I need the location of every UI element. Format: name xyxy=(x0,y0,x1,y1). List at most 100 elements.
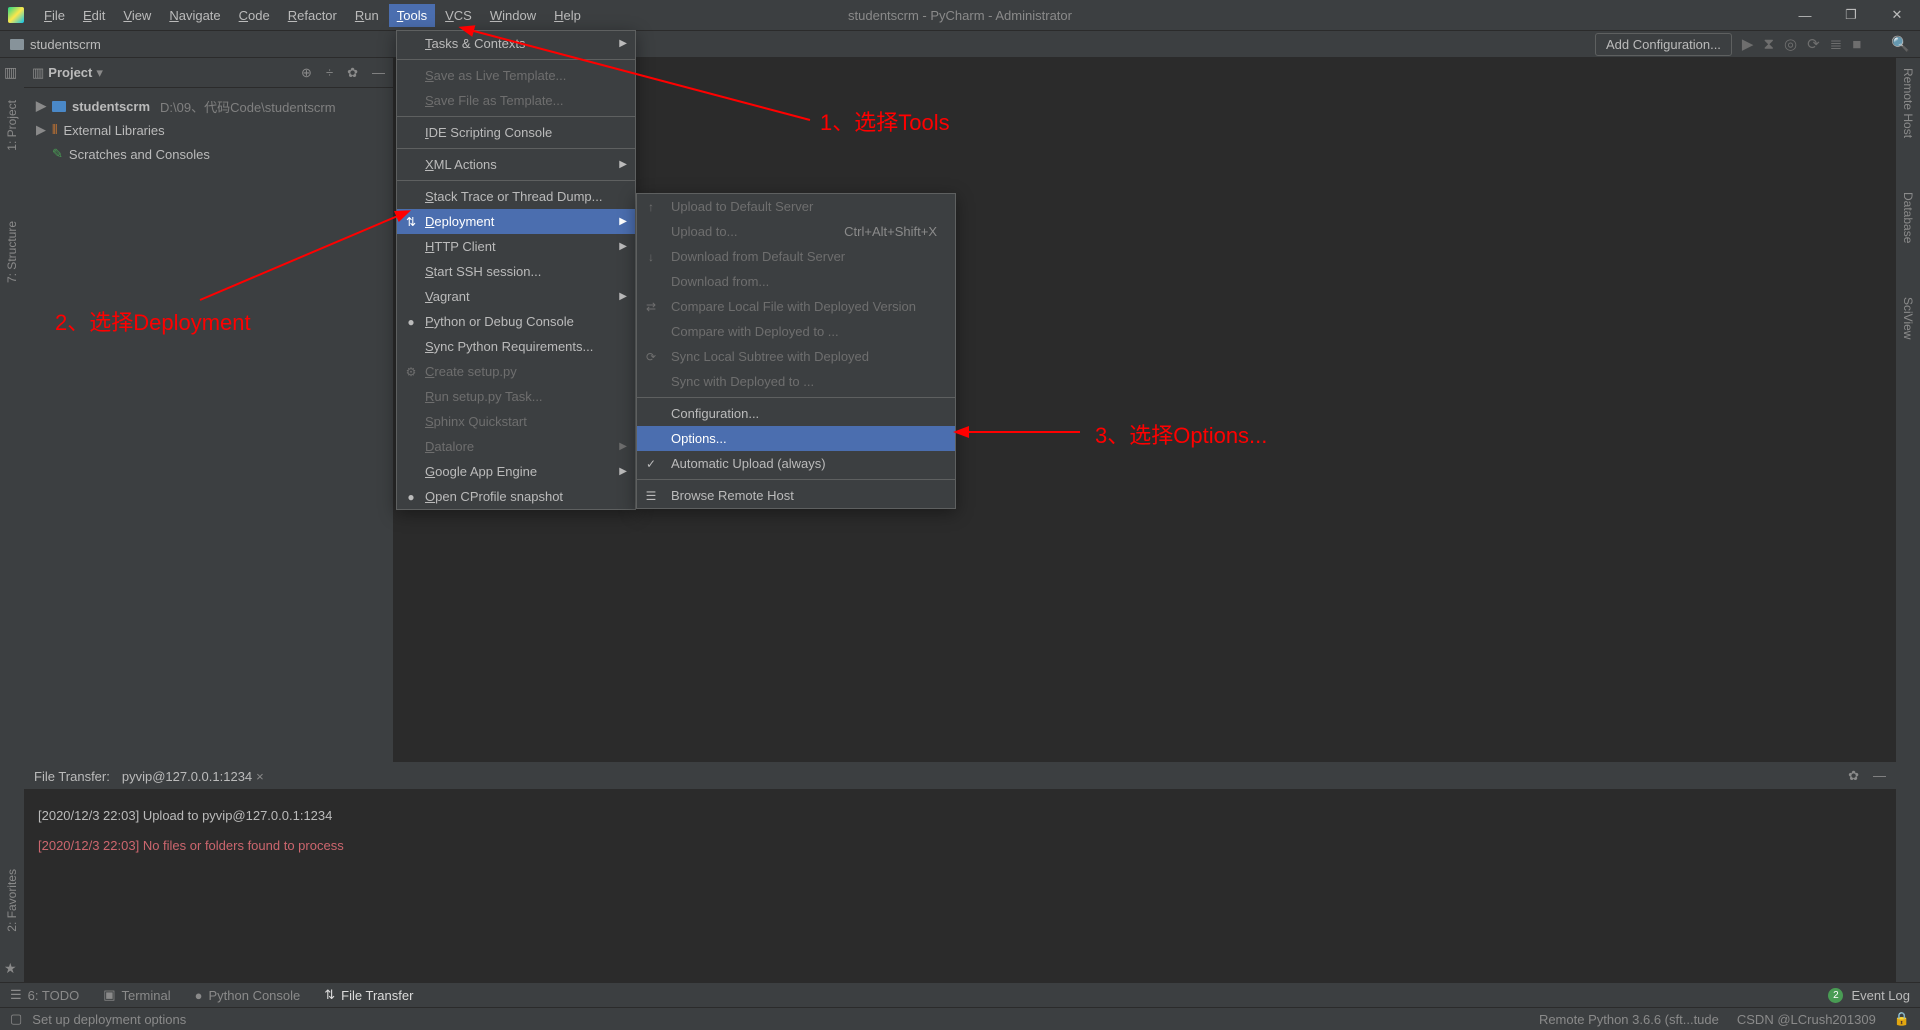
event-log-badge: 2 xyxy=(1828,988,1843,1003)
add-configuration-button[interactable]: Add Configuration... xyxy=(1595,33,1732,56)
maximize-button[interactable]: ❐ xyxy=(1828,0,1874,30)
tools-menu-item[interactable]: Start SSH session... xyxy=(397,259,635,284)
profile-icon[interactable]: ⟳ xyxy=(1807,35,1820,53)
lock-icon[interactable]: 🔒 xyxy=(1894,1011,1910,1027)
window-controls: — ❐ ✕ xyxy=(1782,0,1920,30)
locate-icon[interactable]: ⊕ xyxy=(301,65,312,81)
file-transfer-log: [2020/12/3 22:03] Upload to pyvip@127.0.… xyxy=(24,789,1896,873)
tools-menu-item[interactable]: Stack Trace or Thread Dump... xyxy=(397,184,635,209)
tools-menu-item[interactable]: Tasks & Contexts▶ xyxy=(397,31,635,56)
menu-navigate[interactable]: Navigate xyxy=(161,4,228,27)
expand-arrow-icon[interactable]: ▶ xyxy=(36,98,46,114)
menu-bar: FileEditViewNavigateCodeRefactorRunTools… xyxy=(36,4,589,27)
status-message: Set up deployment options xyxy=(32,1012,186,1027)
log-line: [2020/12/3 22:03] Upload to pyvip@127.0.… xyxy=(38,801,1882,831)
tools-menu: Tasks & Contexts▶ Save as Live Template..… xyxy=(396,30,636,510)
database-gutter-tab[interactable]: Database xyxy=(1901,188,1915,247)
bottom-tab-file-transfer[interactable]: ⇅File Transfer xyxy=(324,987,413,1003)
menu-view[interactable]: View xyxy=(115,4,159,27)
settings-icon[interactable]: ✿ xyxy=(347,65,358,81)
debug-icon[interactable]: ⧗ xyxy=(1763,36,1774,53)
expand-arrow-icon[interactable]: ▶ xyxy=(36,122,46,138)
menu-tools[interactable]: Tools xyxy=(389,4,435,27)
external-libraries-node[interactable]: ▶ ⫴ External Libraries xyxy=(24,118,393,142)
structure-gutter-tab[interactable]: 7: Structure xyxy=(5,217,19,287)
close-tab-icon[interactable]: × xyxy=(256,769,264,784)
tools-menu-item[interactable]: HTTP Client▶ xyxy=(397,234,635,259)
deploy-menu-item[interactable]: ✓Automatic Upload (always) xyxy=(637,451,955,476)
menu-help[interactable]: Help xyxy=(546,4,589,27)
scratches-node[interactable]: ▶ ✎ Scratches and Consoles xyxy=(24,142,393,166)
file-transfer-header: File Transfer: pyvip@127.0.0.1:1234 × ✿ … xyxy=(24,763,1896,789)
stop-icon[interactable]: ■ xyxy=(1852,36,1861,53)
hide-icon[interactable]: — xyxy=(372,65,385,81)
project-root-node[interactable]: ▶ studentscrm D:\09、代码Code\studentscrm xyxy=(24,94,393,118)
menu-window[interactable]: Window xyxy=(482,4,544,27)
bottom-tool-strip: ☰6: TODO ▣Terminal ●Python Console ⇅File Tr… xyxy=(0,982,1920,1007)
file-transfer-panel: File Transfer: pyvip@127.0.0.1:1234 × ✿ … xyxy=(24,762,1896,982)
status-bar: ▢ Set up deployment options Remote Pytho… xyxy=(0,1007,1920,1030)
menu-refactor[interactable]: Refactor xyxy=(280,4,345,27)
deploy-menu-item: ⟳Sync Local Subtree with Deployed xyxy=(637,344,955,369)
deploy-menu-item: Sync with Deployed to ... xyxy=(637,369,955,394)
folder-icon xyxy=(10,39,24,50)
interpreter-label[interactable]: Remote Python 3.6.6 (sft...tude xyxy=(1539,1012,1719,1027)
tools-menu-item[interactable]: Vagrant▶ xyxy=(397,284,635,309)
minimize-button[interactable]: — xyxy=(1782,0,1828,30)
tools-menu-item[interactable]: Sync Python Requirements... xyxy=(397,334,635,359)
project-view-icon: ▥ xyxy=(32,65,44,81)
window-title: studentscrm - PyCharm - Administrator xyxy=(848,8,1072,23)
dropdown-icon[interactable]: ▾ xyxy=(96,65,103,81)
favorites-star-icon[interactable]: ★ xyxy=(4,960,20,976)
tools-menu-item[interactable]: IDE Scripting Console xyxy=(397,120,635,145)
deploy-menu-item[interactable]: Options... xyxy=(637,426,955,451)
event-log-button[interactable]: Event Log xyxy=(1851,988,1910,1003)
sidebar-title[interactable]: Project xyxy=(48,65,92,80)
log-line: [2020/12/3 22:03] No files or folders fo… xyxy=(38,831,1882,861)
deploy-menu-item: ⇄Compare Local File with Deployed Versio… xyxy=(637,294,955,319)
tools-menu-item[interactable]: XML Actions▶ xyxy=(397,152,635,177)
run-icon[interactable]: ▶ xyxy=(1742,35,1754,53)
menu-edit[interactable]: Edit xyxy=(75,4,113,27)
tools-menu-item[interactable]: ⇅Deployment▶ xyxy=(397,209,635,234)
project-gutter-icon[interactable]: ▥ xyxy=(4,64,20,80)
menu-vcs[interactable]: VCS xyxy=(437,4,480,27)
panel-hide-icon[interactable]: — xyxy=(1873,768,1886,784)
favorites-gutter-tab[interactable]: 2: Favorites xyxy=(5,865,19,936)
external-libraries-label: External Libraries xyxy=(63,123,164,138)
sciview-gutter-tab[interactable]: SciView xyxy=(1901,293,1915,343)
tools-menu-item[interactable]: ●Open CProfile snapshot xyxy=(397,484,635,509)
deploy-menu-item[interactable]: ☰Browse Remote Host xyxy=(637,483,955,508)
expand-icon[interactable]: ÷ xyxy=(326,65,333,81)
menu-code[interactable]: Code xyxy=(231,4,278,27)
remote-host-gutter-tab[interactable]: Remote Host xyxy=(1901,64,1915,142)
coverage-icon[interactable]: ◎ xyxy=(1784,35,1797,53)
deploy-menu-item[interactable]: Configuration... xyxy=(637,401,955,426)
tools-menu-item[interactable]: ●Python or Debug Console xyxy=(397,309,635,334)
search-icon[interactable]: 🔍 xyxy=(1891,35,1910,53)
right-gutter: Remote Host Database SciView xyxy=(1896,58,1920,982)
close-button[interactable]: ✕ xyxy=(1874,0,1920,30)
file-transfer-tab-label: pyvip@127.0.0.1:1234 xyxy=(122,769,252,784)
app-logo-icon xyxy=(8,7,24,23)
tools-menu-item[interactable]: Google App Engine▶ xyxy=(397,459,635,484)
deploy-menu-item: Download from... xyxy=(637,269,955,294)
bottom-tab----todo[interactable]: ☰6: TODO xyxy=(10,987,79,1003)
file-transfer-tab[interactable]: pyvip@127.0.0.1:1234 × xyxy=(122,769,264,784)
deploy-menu-item: Upload to...Ctrl+Alt+Shift+X xyxy=(637,219,955,244)
panel-settings-icon[interactable]: ✿ xyxy=(1848,768,1859,784)
breadcrumb[interactable]: studentscrm xyxy=(30,37,101,52)
deploy-menu-item: ↑Upload to Default Server xyxy=(637,194,955,219)
bottom-tab-terminal[interactable]: ▣Terminal xyxy=(103,987,170,1003)
watermark: CSDN @LCrush201309 xyxy=(1737,1012,1876,1027)
concurrency-icon[interactable]: ≣ xyxy=(1830,35,1843,53)
menu-file[interactable]: File xyxy=(36,4,73,27)
tools-menu-item: Save as Live Template... xyxy=(397,63,635,88)
bottom-tab-python-console[interactable]: ●Python Console xyxy=(195,987,301,1003)
tools-menu-item: ⚙Create setup.py xyxy=(397,359,635,384)
status-window-icon[interactable]: ▢ xyxy=(10,1011,22,1027)
project-gutter-tab[interactable]: 1: Project xyxy=(5,96,19,155)
folder-icon xyxy=(52,101,66,112)
tools-menu-item: Sphinx Quickstart xyxy=(397,409,635,434)
menu-run[interactable]: Run xyxy=(347,4,387,27)
